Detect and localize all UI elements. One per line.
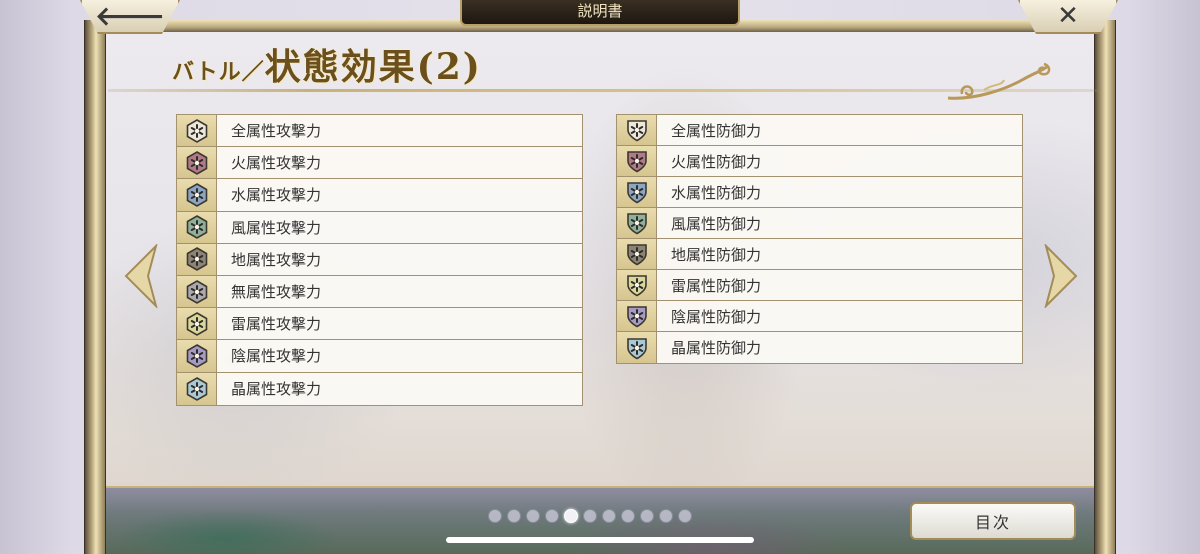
attack-up-shadow-icon bbox=[177, 340, 217, 372]
status-row: 全属性攻撃力 bbox=[177, 115, 582, 148]
attack-up-crystal-icon bbox=[177, 372, 217, 405]
frame-left bbox=[84, 20, 106, 554]
page-dot[interactable] bbox=[659, 509, 673, 523]
attack-up-earth-icon bbox=[177, 243, 217, 275]
status-row: 全属性防御力 bbox=[617, 115, 1022, 146]
status-row: 風属性攻撃力 bbox=[177, 211, 582, 244]
attack-up-fire-icon bbox=[177, 147, 217, 179]
status-row: 風属性防御力 bbox=[617, 208, 1022, 239]
status-row: 晶属性防御力 bbox=[617, 332, 1022, 363]
status-label: 雷属性攻撃力 bbox=[231, 315, 322, 334]
status-row: 地属性攻撃力 bbox=[177, 243, 582, 276]
prev-page-arrow-icon[interactable] bbox=[124, 244, 158, 308]
attack-up-thunder-icon bbox=[177, 308, 217, 340]
page-title-main: 状態効果(2) bbox=[264, 46, 482, 88]
status-label: 全属性防御力 bbox=[671, 121, 762, 140]
defense-up-fire-icon bbox=[617, 146, 657, 176]
status-label: 地属性攻撃力 bbox=[231, 250, 322, 269]
attack-effects-list: 全属性攻撃力 火属性攻撃力 水属性攻撃力 風属性攻撃力 地属性攻撃力 無属性攻撃力 雷属性攻… bbox=[176, 114, 583, 406]
status-label: 火属性攻撃力 bbox=[231, 154, 322, 173]
status-label: 水属性防御力 bbox=[671, 183, 762, 202]
header-title: 説明書 bbox=[460, 0, 740, 26]
frame-right bbox=[1094, 20, 1116, 554]
status-row: 陰属性防御力 bbox=[617, 301, 1022, 332]
status-label: 陰属性防御力 bbox=[671, 307, 762, 326]
defense-effects-list: 全属性防御力 火属性防御力 水属性防御力 風属性防御力 地属性防御力 雷属性防御力 陰属性防… bbox=[616, 114, 1023, 364]
page-title: バトル／状態効果(2) bbox=[172, 38, 482, 90]
next-page-arrow-icon[interactable] bbox=[1044, 244, 1078, 308]
page-dot[interactable] bbox=[621, 509, 635, 523]
status-row: 雷属性防御力 bbox=[617, 270, 1022, 301]
status-row: 地属性防御力 bbox=[617, 239, 1022, 270]
page-dot[interactable] bbox=[545, 509, 559, 523]
page-title-prefix: バトル／ bbox=[172, 59, 265, 85]
status-label: 地属性防御力 bbox=[671, 245, 762, 264]
page-dot[interactable] bbox=[602, 509, 616, 523]
status-label: 無属性攻撃力 bbox=[231, 283, 322, 302]
defense-up-wind-icon bbox=[617, 208, 657, 238]
status-label: 雷属性防御力 bbox=[671, 276, 762, 295]
status-row: 水属性攻撃力 bbox=[177, 179, 582, 212]
status-label: 全属性攻撃力 bbox=[231, 122, 322, 141]
status-row: 水属性防御力 bbox=[617, 177, 1022, 208]
page-indicator bbox=[488, 509, 692, 525]
defense-up-crystal-icon bbox=[617, 332, 657, 363]
status-row: 無属性攻撃力 bbox=[177, 275, 582, 309]
back-arrow-icon: 🡐 bbox=[95, 1, 165, 32]
page-dot[interactable] bbox=[564, 509, 578, 523]
status-label: 晶属性攻撃力 bbox=[231, 380, 322, 399]
status-label: 晶属性防御力 bbox=[671, 339, 762, 357]
status-label: 風属性攻撃力 bbox=[231, 218, 322, 237]
defense-up-earth-icon bbox=[617, 239, 657, 269]
page-dot[interactable] bbox=[583, 509, 597, 523]
page-dot[interactable] bbox=[526, 509, 540, 523]
page-dot[interactable] bbox=[507, 509, 521, 523]
home-indicator[interactable] bbox=[446, 537, 754, 543]
page-dot[interactable] bbox=[640, 509, 654, 523]
status-label: 水属性攻撃力 bbox=[231, 186, 322, 205]
status-row: 火属性攻撃力 bbox=[177, 147, 582, 180]
status-row: 陰属性攻撃力 bbox=[177, 340, 582, 373]
scroll-ornament-icon bbox=[947, 62, 1051, 100]
attack-up-none-icon bbox=[177, 275, 217, 308]
toc-button[interactable]: 目次 bbox=[910, 502, 1076, 540]
attack-up-water-icon bbox=[177, 179, 217, 211]
close-icon: ✕ bbox=[1057, 1, 1079, 31]
status-row: 火属性防御力 bbox=[617, 146, 1022, 177]
status-row: 雷属性攻撃力 bbox=[177, 308, 582, 341]
status-label: 陰属性攻撃力 bbox=[231, 347, 322, 366]
toc-button-label: 目次 bbox=[974, 513, 1011, 532]
attack-up-wind-icon bbox=[177, 211, 217, 243]
attack-up-all-icon bbox=[177, 115, 217, 147]
defense-up-all-icon bbox=[617, 115, 657, 145]
status-row: 晶属性攻撃力 bbox=[177, 372, 582, 405]
defense-up-shadow-icon bbox=[617, 301, 657, 331]
defense-up-water-icon bbox=[617, 177, 657, 207]
defense-up-thunder-icon bbox=[617, 270, 657, 300]
page-dot[interactable] bbox=[678, 509, 692, 523]
status-label: 風属性防御力 bbox=[671, 214, 762, 233]
page-dot[interactable] bbox=[488, 509, 502, 523]
status-label: 火属性防御力 bbox=[671, 152, 762, 171]
